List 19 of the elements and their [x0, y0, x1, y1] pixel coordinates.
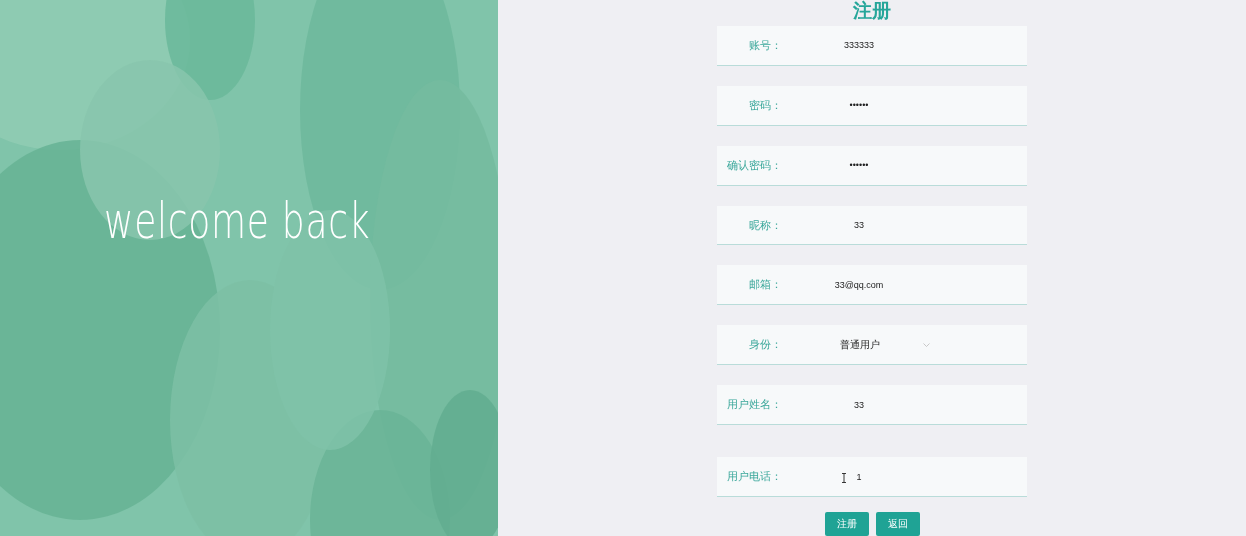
field-label: 确认密码： [726, 157, 782, 173]
field-label: 账号： [748, 37, 782, 53]
input-field[interactable]: •••••• [794, 158, 924, 173]
form-title: 注册 [852, 0, 892, 23]
field-label: 用户电话： [726, 469, 782, 485]
input-field[interactable]: 33@qq.com [794, 277, 924, 292]
chevron-down-icon [923, 342, 930, 347]
field-label: 邮箱： [748, 277, 782, 293]
input-field[interactable]: 333333 [794, 38, 924, 53]
field-label: 身份： [748, 337, 782, 353]
field-label: 密码： [748, 97, 782, 113]
field-label: 昵称： [748, 217, 782, 233]
input-field[interactable]: 33 [794, 397, 924, 412]
role-select[interactable]: 普通用户 [840, 335, 930, 354]
field-label: 用户姓名： [726, 397, 782, 413]
welcome-heading: welcome back [104, 192, 371, 250]
input-field[interactable]: 1 [794, 469, 924, 484]
input-field[interactable]: •••••• [794, 98, 924, 113]
input-field[interactable]: 33 [794, 218, 924, 233]
